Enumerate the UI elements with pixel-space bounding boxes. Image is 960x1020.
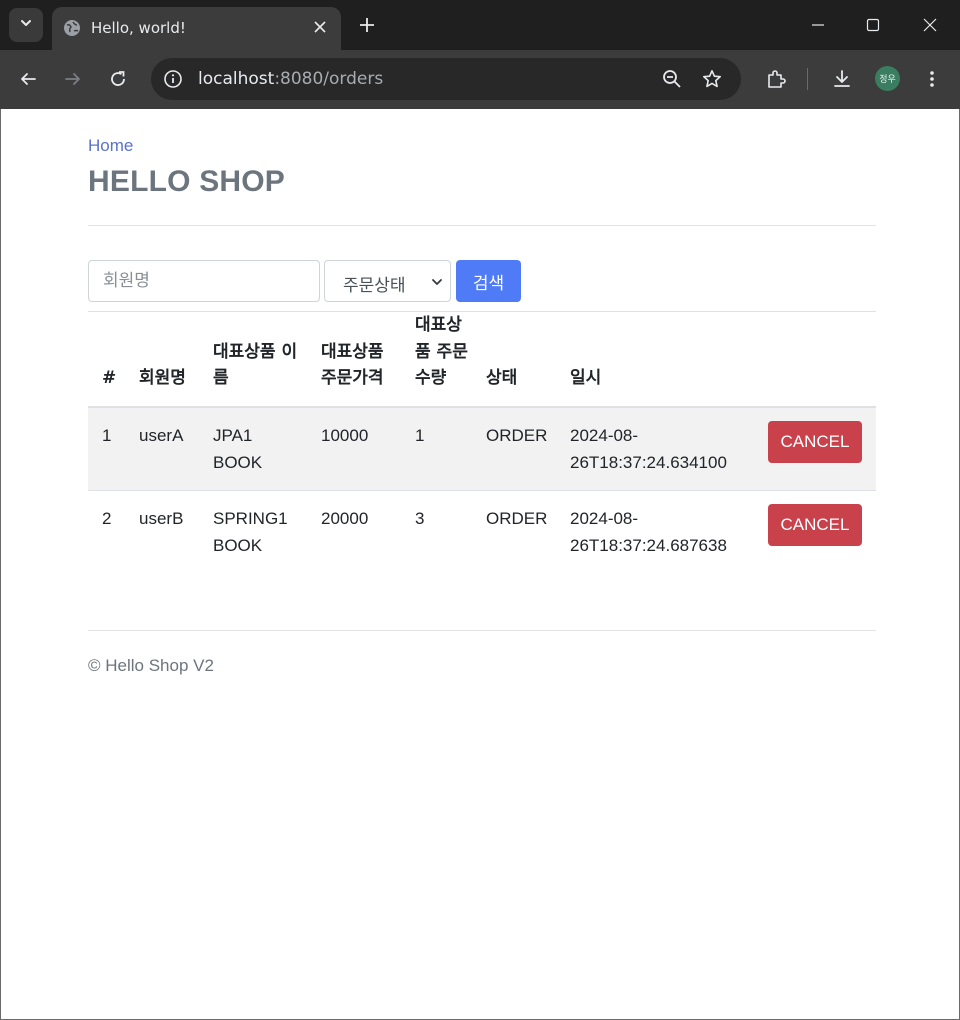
browser-tab[interactable]: Hello, world! (52, 7, 341, 50)
download-icon[interactable] (825, 62, 859, 96)
star-icon[interactable] (700, 67, 724, 91)
cell-date: 2024-08-26T18:37:24.687638 (556, 489, 754, 573)
cell-date: 2024-08-26T18:37:24.634100 (556, 406, 754, 490)
zoom-icon[interactable] (660, 67, 684, 91)
tab-strip: Hello, world! (0, 0, 960, 50)
cell-member: userB (125, 489, 199, 573)
page-title: HELLO SHOP (88, 165, 286, 198)
orders-table: # 회원명 대표상품 이름 대표상품 주문가격 대표상품 주문수량 상태 일시 … (88, 311, 876, 573)
chevron-down-icon (430, 275, 444, 289)
home-link[interactable]: Home (88, 136, 133, 156)
minimize-icon[interactable] (800, 8, 836, 42)
cell-count: 1 (401, 406, 472, 490)
column-header-item: 대표상품 이름 (199, 311, 307, 408)
cell-action: CANCEL (754, 406, 876, 490)
url-host: localhost (198, 69, 275, 89)
search-button[interactable]: 검색 (456, 260, 521, 302)
globe-icon (62, 18, 82, 38)
cell-item: JPA1 BOOK (199, 406, 307, 490)
tab-list-button[interactable] (9, 8, 43, 42)
cell-member: userA (125, 406, 199, 490)
column-header-price: 대표상품 주문가격 (307, 311, 401, 408)
close-window-icon[interactable] (912, 8, 948, 42)
forward-icon[interactable] (56, 62, 90, 96)
cell-id: 1 (88, 406, 125, 490)
reload-icon[interactable] (101, 62, 135, 96)
cell-item: SPRING1 BOOK (199, 489, 307, 573)
table-row: 1 userA JPA1 BOOK 10000 1 ORDER 2024-08-… (88, 406, 876, 490)
tab-title: Hello, world! (91, 19, 186, 37)
footer-text: © Hello Shop V2 (88, 656, 214, 675)
header-divider (88, 225, 876, 226)
column-header-action (754, 311, 876, 408)
order-status-selected: 주문상태 (343, 276, 406, 296)
extensions-icon[interactable] (759, 62, 793, 96)
cancel-button[interactable]: CANCEL (768, 420, 862, 463)
toolbar-divider (807, 68, 808, 90)
table-header-row: # 회원명 대표상품 이름 대표상품 주문가격 대표상품 주문수량 상태 일시 (88, 311, 876, 408)
info-icon[interactable] (161, 67, 185, 91)
address-bar[interactable]: localhost:8080/orders (151, 58, 741, 100)
column-header-member: 회원명 (125, 311, 199, 408)
plus-icon[interactable] (353, 11, 381, 39)
more-icon[interactable] (915, 62, 949, 96)
column-header-id: # (88, 311, 125, 408)
column-header-count: 대표상품 주문수량 (401, 311, 472, 408)
member-name-input[interactable] (88, 260, 320, 302)
order-status-select[interactable]: 주문상태 (324, 260, 451, 302)
cell-status: ORDER (472, 406, 556, 490)
chevron-down-icon (19, 16, 33, 35)
maximize-icon[interactable] (855, 8, 891, 42)
avatar[interactable]: 정우 (875, 66, 900, 91)
cell-price: 10000 (307, 406, 401, 490)
cell-price: 20000 (307, 489, 401, 573)
browser-chrome: Hello, world! localhost:8080/orders 정우 (0, 0, 960, 109)
cancel-button[interactable]: CANCEL (768, 503, 862, 546)
close-icon[interactable] (309, 16, 331, 38)
column-header-date: 일시 (556, 311, 754, 408)
back-icon[interactable] (11, 62, 45, 96)
browser-toolbar: localhost:8080/orders (0, 50, 960, 109)
table-row: 2 userB SPRING1 BOOK 20000 3 ORDER 2024-… (88, 489, 876, 573)
cell-id: 2 (88, 489, 125, 573)
footer-divider (88, 630, 876, 631)
cell-count: 3 (401, 489, 472, 573)
column-header-status: 상태 (472, 311, 556, 408)
cell-action: CANCEL (754, 489, 876, 573)
cell-status: ORDER (472, 489, 556, 573)
url-path: :8080/orders (274, 69, 384, 89)
url-text[interactable]: localhost:8080/orders (198, 69, 383, 89)
page-viewport: Home HELLO SHOP 주문상태 검색 # 회원명 대표상품 이름 대표… (0, 109, 960, 1020)
